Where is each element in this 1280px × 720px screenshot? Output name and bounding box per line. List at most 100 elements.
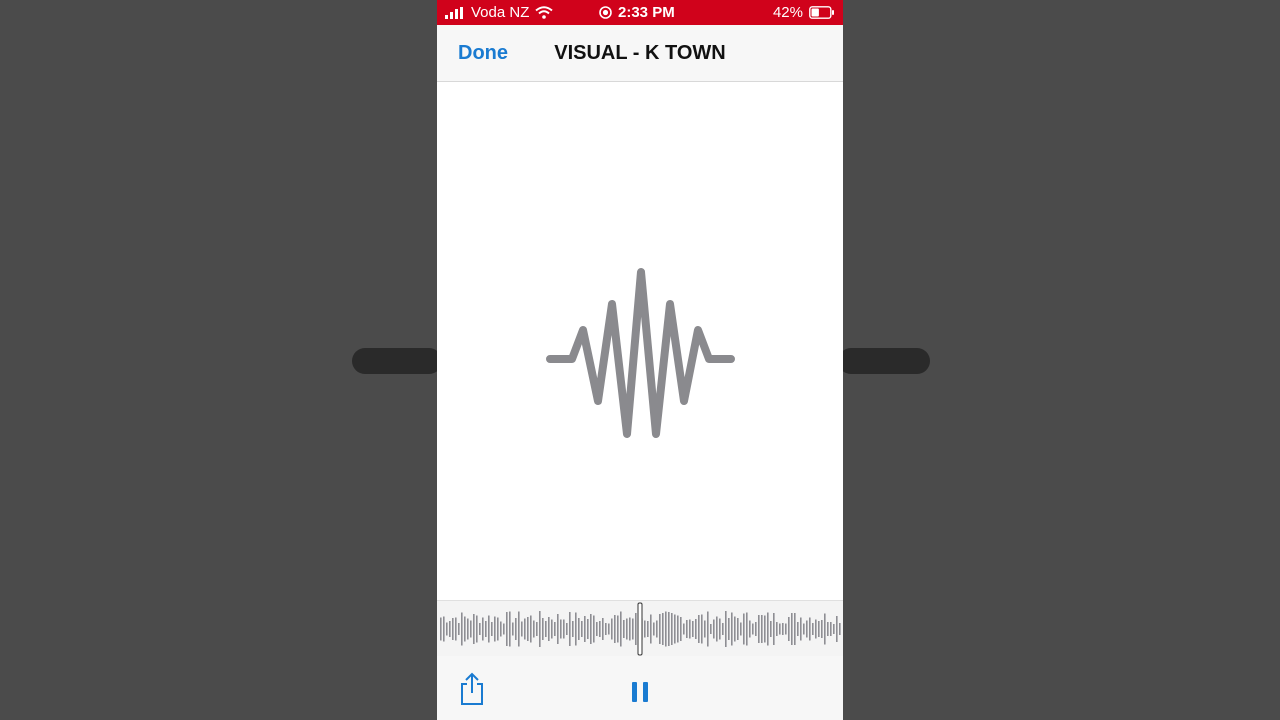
waveform-bar — [446, 622, 448, 636]
waveform-bar — [707, 611, 709, 647]
waveform-bar — [632, 618, 634, 640]
waveform-bar — [440, 617, 442, 641]
waveform-bar — [656, 620, 658, 638]
waveform-bar — [476, 615, 478, 643]
waveform-bar — [452, 618, 454, 640]
waveform-bar — [821, 620, 823, 638]
waveform-bar — [743, 613, 745, 645]
waveform-bar — [557, 614, 559, 644]
waveform-bar — [722, 623, 724, 635]
waveform-bar — [521, 621, 523, 637]
pause-icon[interactable] — [629, 680, 651, 704]
battery-percent: 42% — [772, 4, 803, 21]
status-right: 42% — [773, 4, 835, 21]
waveform-bar — [572, 621, 574, 637]
waveform-bar — [710, 624, 712, 634]
waveform-bar — [626, 618, 628, 640]
waveform-icon — [546, 268, 735, 438]
waveform-bar — [686, 620, 688, 638]
waveform-bar — [506, 612, 508, 646]
waveform-bar — [512, 622, 514, 636]
waveform-bar — [671, 613, 673, 645]
waveform-bar — [800, 617, 802, 641]
waveform-scrubber[interactable] — [437, 600, 843, 657]
waveform-bar — [752, 623, 754, 635]
waveform-bar — [692, 621, 694, 637]
phone-screen: Voda NZ 2:33 PM 42% Done VISUAL - K TOWN — [437, 0, 843, 720]
waveform-bar — [764, 615, 766, 643]
waveform-bar — [815, 619, 817, 639]
status-time: 2:33 PM — [618, 4, 675, 21]
waveform-bar — [746, 612, 748, 646]
waveform-bar — [473, 614, 475, 644]
waveform-bar — [785, 623, 787, 635]
waveform-bar — [665, 611, 667, 647]
waveform-bar — [524, 618, 526, 640]
waveform-bar — [488, 615, 490, 643]
waveform-bar — [635, 613, 637, 645]
waveform-bar — [479, 623, 481, 635]
waveform-bar — [668, 612, 670, 646]
waveform-bar — [620, 611, 622, 647]
waveform-bar — [545, 621, 547, 637]
waveform-bar — [773, 613, 775, 645]
waveform-bar — [698, 615, 700, 643]
waveform-bar — [611, 618, 613, 640]
waveform-bar — [725, 611, 727, 647]
waveform-bar — [503, 623, 505, 635]
waveform-bar — [836, 616, 838, 642]
waveform-bar — [761, 615, 763, 643]
waveform-bar — [677, 615, 679, 643]
bottom-toolbar — [437, 656, 843, 720]
waveform-bar — [542, 618, 544, 640]
status-bar: Voda NZ 2:33 PM 42% — [437, 0, 843, 25]
waveform-bar — [560, 619, 562, 639]
waveform-bar — [461, 612, 463, 646]
waveform-bar — [500, 621, 502, 637]
waveform-bar — [701, 614, 703, 644]
waveform-bar — [680, 617, 682, 641]
waveform-bar — [827, 622, 829, 636]
waveform-bar — [617, 615, 619, 643]
waveform-bar — [653, 622, 655, 636]
waveform-bars — [440, 602, 841, 656]
waveform-bar — [596, 622, 598, 636]
waveform-bar — [464, 616, 466, 642]
share-icon[interactable] — [457, 672, 487, 706]
waveform-bar — [731, 612, 733, 646]
battery-icon — [809, 6, 834, 19]
waveform-bar — [581, 621, 583, 637]
recording-content — [437, 82, 843, 600]
waveform-bar — [794, 613, 796, 645]
waveform-bar — [809, 617, 811, 641]
waveform-bar — [719, 618, 721, 640]
waveform-bar — [584, 616, 586, 642]
waveform-bar — [713, 619, 715, 639]
waveform-bar — [518, 611, 520, 647]
recording-icon — [599, 6, 612, 19]
waveform-bar — [683, 623, 685, 635]
waveform-bar — [716, 616, 718, 642]
waveform-bar — [797, 622, 799, 636]
playhead[interactable] — [637, 602, 643, 656]
waveform-bar — [590, 614, 592, 644]
carrier-name: Voda NZ — [471, 4, 530, 21]
wifi-icon — [535, 6, 554, 19]
waveform-bar — [599, 621, 601, 637]
waveform-bar — [767, 612, 769, 646]
waveform-bar — [485, 621, 487, 637]
waveform-bar — [824, 613, 826, 645]
waveform-bar — [491, 622, 493, 636]
waveform-bar — [608, 623, 610, 635]
waveform-bar — [779, 623, 781, 635]
waveform-bar — [530, 615, 532, 643]
waveform-bar — [458, 623, 460, 635]
waveform-bar — [509, 611, 511, 647]
waveform-bar — [548, 617, 550, 641]
waveform-bar — [662, 613, 664, 645]
waveform-bar — [659, 614, 661, 644]
waveform-bar — [497, 617, 499, 641]
waveform-bar — [629, 617, 631, 641]
recording-title: VISUAL - K TOWN — [554, 42, 726, 64]
waveform-bar — [776, 622, 778, 636]
